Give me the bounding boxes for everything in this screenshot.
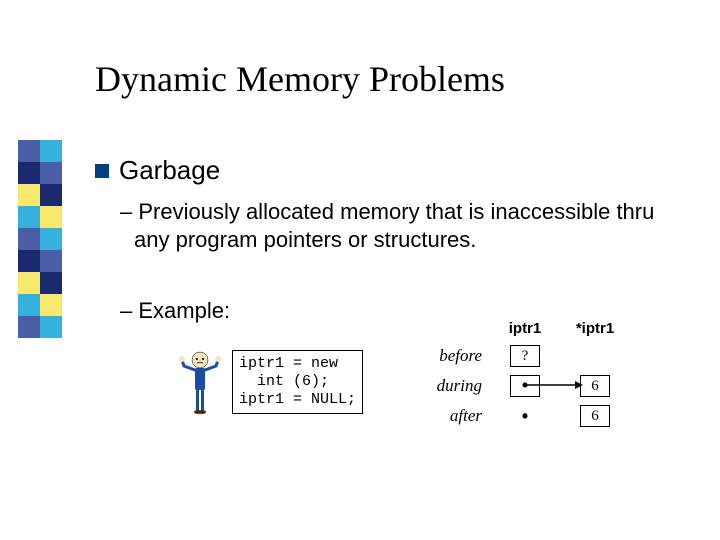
sub-bullet-2: – Example: <box>120 298 230 324</box>
bullet-main-label: Garbage <box>119 155 220 186</box>
sub-bullet-1-text: – Previously allocated memory that is in… <box>134 198 680 253</box>
bullet-square-icon <box>95 164 109 178</box>
col-iptr: iptr1 <box>490 320 560 337</box>
diagram-headers: iptr1 *iptr1 <box>420 320 630 337</box>
bullet-main: Garbage <box>95 155 220 186</box>
code-line-2: int (6); <box>239 373 329 390</box>
slide-title: Dynamic Memory Problems <box>95 58 505 100</box>
row-before: before ? <box>420 345 630 367</box>
code-line-1: iptr1 = new <box>239 355 338 372</box>
decorative-sidebar <box>18 140 62 338</box>
col-deref: *iptr1 <box>560 320 630 337</box>
row-after-label: after <box>420 406 490 426</box>
sub-bullet-1: – Previously allocated memory that is in… <box>120 198 680 253</box>
shrug-figure-icon <box>178 348 222 418</box>
during-iptr-cell <box>510 375 540 397</box>
row-during: during 6 <box>420 375 630 397</box>
during-deref-cell: 6 <box>580 375 610 397</box>
memory-diagram: iptr1 *iptr1 before ? during 6 after • 6 <box>420 320 630 427</box>
code-line-3: iptr1 = NULL; <box>239 391 356 408</box>
code-box: iptr1 = new int (6); iptr1 = NULL; <box>232 350 363 414</box>
row-during-label: during <box>420 376 490 396</box>
before-iptr-cell: ? <box>510 345 540 367</box>
row-after: after • 6 <box>420 405 630 427</box>
after-deref-cell: 6 <box>580 405 610 427</box>
row-before-label: before <box>420 346 490 366</box>
after-iptr-cell: • <box>510 405 540 427</box>
